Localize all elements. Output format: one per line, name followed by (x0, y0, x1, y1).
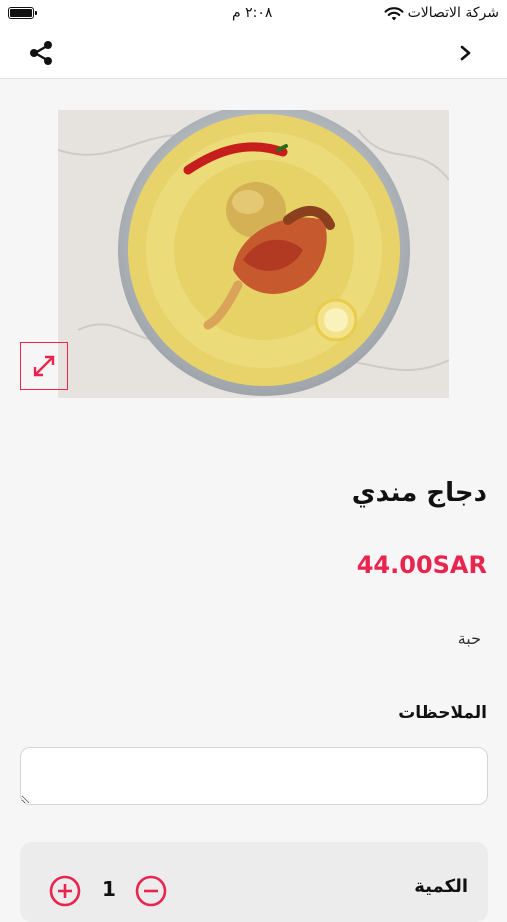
battery-icon (8, 7, 37, 19)
minus-circle-icon[interactable] (134, 874, 168, 908)
quantity-stepper: الكمية 1 (20, 842, 488, 922)
expand-icon (33, 355, 55, 377)
expand-image-button[interactable] (20, 342, 68, 390)
notes-input[interactable] (20, 747, 488, 805)
product-unit: حبة (457, 629, 481, 648)
share-icon[interactable] (28, 40, 54, 66)
chevron-right-icon[interactable] (459, 42, 473, 64)
carrier-name: شركة الاتصالات (407, 5, 499, 21)
quantity-value: 1 (102, 877, 116, 901)
quantity-label: الكمية (414, 876, 468, 897)
product-price: 44.00SAR (356, 551, 487, 579)
product-image (58, 110, 449, 398)
product-title: دجاج مندي (351, 478, 487, 508)
plus-circle-icon[interactable] (48, 874, 82, 908)
wifi-icon (384, 7, 404, 21)
status-bar: ٢:٠٨ م شركة الاتصالات (0, 0, 507, 28)
notes-label: الملاحظات (398, 703, 487, 723)
status-time: ٢:٠٨ م (232, 5, 273, 21)
nav-bar (0, 28, 507, 79)
